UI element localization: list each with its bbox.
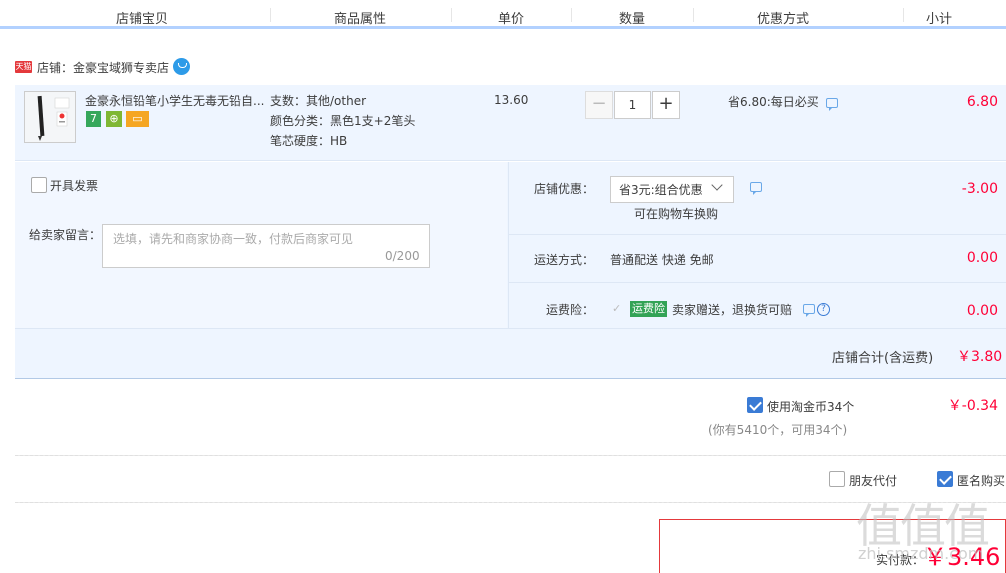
friend-pay-label[interactable]: 朋友代付 — [849, 472, 897, 489]
col-shop-item: 店铺宝贝 — [115, 12, 169, 27]
seven-day-return-icon[interactable]: 7 — [86, 111, 101, 127]
promo-info-icon[interactable] — [826, 98, 838, 111]
insurance-amount: 0.00 — [966, 303, 998, 319]
col-subtotal: 小计 — [925, 12, 953, 27]
shipping-amount: 0.00 — [966, 250, 998, 266]
credit-card-icon[interactable]: ▭ — [126, 111, 149, 127]
shop-total-label: 店铺合计(含运费) — [832, 351, 934, 366]
attr-hardness: 笔芯硬度：HB — [270, 134, 348, 148]
col-attributes: 商品属性 — [333, 12, 387, 27]
col-unit-price: 单价 — [497, 12, 525, 27]
coins-note: (你有5410个，可用34个) — [708, 423, 848, 437]
shop-discount-value: 省3元:组合优惠 — [619, 183, 703, 197]
col-divider — [571, 8, 572, 22]
attr-count: 支数：其他/other — [270, 94, 367, 108]
friend-pay-checkbox[interactable] — [829, 471, 845, 487]
quantity-increase-button[interactable]: + — [652, 91, 680, 119]
anonymous-label[interactable]: 匿名购买 — [957, 472, 1005, 489]
shop-name-link[interactable]: 店铺：金豪宝域狮专卖店 — [37, 59, 169, 76]
attr-color: 颜色分类：黑色1支+2笔头 — [270, 114, 416, 128]
discount-info-icon[interactable] — [750, 182, 762, 195]
invoice-checkbox[interactable] — [31, 177, 47, 193]
insurance-check-icon: ✓ — [612, 302, 622, 315]
col-divider — [451, 8, 452, 22]
col-divider — [693, 8, 694, 22]
shop-discount-amount: -3.00 — [961, 181, 998, 197]
anonymous-checkbox[interactable] — [937, 471, 953, 487]
quantity-decrease-button[interactable]: − — [585, 91, 613, 119]
item-title-link[interactable]: 金豪永恒铅笔小学生无毒无铅自... — [85, 92, 265, 109]
shop-total-amount: ￥3.80 — [957, 349, 1003, 365]
product-thumbnail[interactable] — [24, 91, 76, 143]
memo-label: 给卖家留言： — [29, 228, 102, 242]
shop-discount-label: 店铺优惠： — [534, 182, 595, 196]
shipping-value: 普通配送 快递 免邮 — [610, 253, 714, 267]
coins-amount: ￥-0.34 — [947, 398, 998, 414]
row-divider — [15, 328, 1006, 329]
item-subtotal: 6.80 — [966, 94, 998, 110]
insurance-badge: 运费险 — [630, 301, 667, 317]
column-header: 店铺宝贝 商品属性 单价 数量 优惠方式 小计 — [0, 0, 1006, 29]
col-divider — [270, 8, 271, 22]
insurance-label: 运费险： — [546, 303, 595, 317]
item-promo: 省6.80:每日必买 — [728, 95, 819, 109]
shipping-label: 运送方式： — [534, 253, 595, 267]
col-divider — [903, 8, 904, 22]
help-icon[interactable]: ? — [817, 303, 830, 316]
insurance-info-icon[interactable] — [803, 304, 815, 317]
col-quantity: 数量 — [618, 12, 646, 27]
memo-placeholder: 选填，请先和商家协商一致，付款后商家可见 — [113, 232, 354, 246]
unit-price: 13.60 — [494, 93, 529, 107]
row-divider — [509, 234, 1006, 235]
row-divider — [509, 282, 1006, 283]
invoice-label[interactable]: 开具发票 — [50, 177, 98, 194]
watermark-site: zhi.smzdm.com — [858, 544, 984, 563]
guarantee-icon[interactable]: ⊕ — [106, 111, 122, 127]
shop-discount-note: 可在购物车换购 — [634, 207, 719, 221]
insurance-text: 卖家赠送，退换货可赔 — [672, 303, 793, 317]
wangwang-chat-icon[interactable] — [173, 58, 190, 75]
panel-divider — [508, 162, 509, 328]
coins-checkbox[interactable] — [747, 397, 763, 413]
quantity-input[interactable]: 1 — [614, 91, 651, 119]
memo-char-count: 0/200 — [385, 249, 420, 263]
tmall-badge: 天猫 — [15, 61, 32, 73]
coins-label[interactable]: 使用淘金币34个 — [767, 398, 854, 415]
pencil-image — [25, 92, 75, 142]
col-discount: 优惠方式 — [756, 12, 810, 27]
divider — [15, 455, 1006, 456]
